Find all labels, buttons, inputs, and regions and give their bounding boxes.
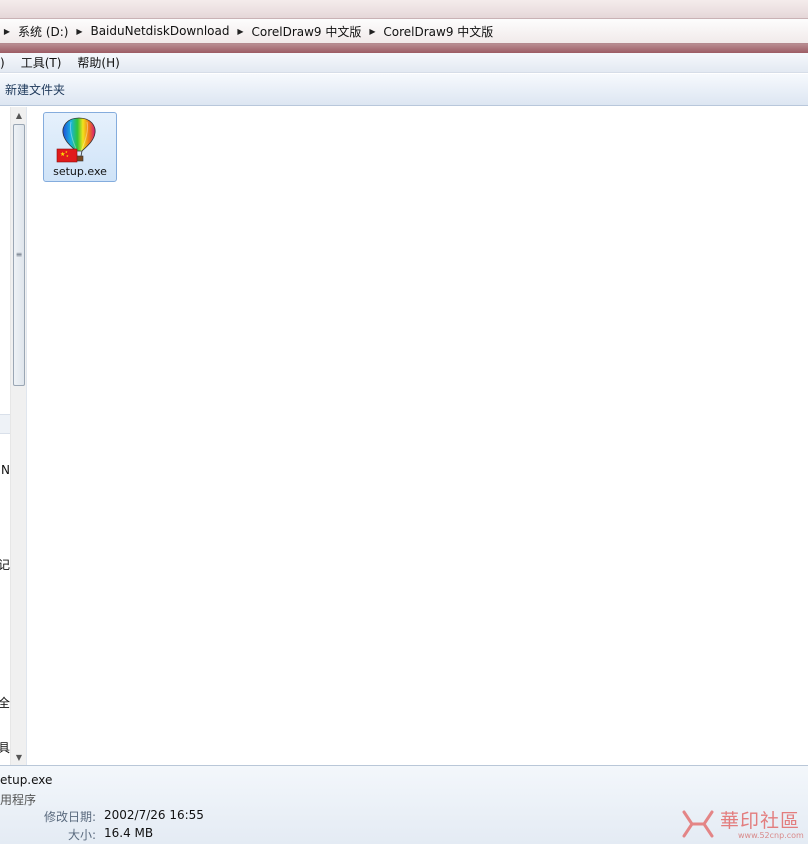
scroll-down-icon[interactable]: ▼ bbox=[11, 749, 27, 765]
details-size-label: 大小: bbox=[67, 828, 96, 842]
breadcrumb-item-coreldraw[interactable]: CorelDraw9 中文版 bbox=[247, 23, 365, 40]
breadcrumb-item-baidu[interactable]: BaiduNetdiskDownload bbox=[86, 24, 233, 38]
new-folder-button[interactable]: 新建文件夹 bbox=[0, 81, 70, 98]
breadcrumb-item-drive[interactable]: 系统 (D:) bbox=[14, 23, 72, 40]
file-item-setup[interactable]: ★ ★ ★ setup.exe bbox=[43, 112, 117, 182]
site-watermark: 華印社區 www.52cnp.com bbox=[676, 804, 808, 844]
details-file-name: etup.exe bbox=[0, 773, 53, 787]
watermark-url: www.52cnp.com bbox=[738, 831, 804, 840]
nav-item-fragment[interactable]: 具 bbox=[0, 739, 10, 756]
svg-text:★: ★ bbox=[66, 154, 69, 158]
scroll-thumb[interactable]: ≡ bbox=[13, 124, 25, 386]
file-list-area[interactable]: ★ ★ ★ setup.exe bbox=[27, 107, 808, 765]
watermark-text: 華印社區 bbox=[720, 810, 801, 832]
address-bar: ▶ 系统 (D:) ▶ BaiduNetdiskDownload ▶ Corel… bbox=[0, 0, 808, 53]
details-modified-value: 2002/7/26 16:55 bbox=[104, 808, 204, 822]
details-file-type: 用程序 bbox=[0, 793, 37, 807]
watermark-logo-icon bbox=[682, 810, 714, 838]
details-size-row: 大小: 16.4 MB bbox=[0, 826, 300, 842]
breadcrumb-chevron-icon[interactable]: ▶ bbox=[233, 22, 247, 40]
command-toolbar: 新建文件夹 bbox=[0, 74, 808, 106]
balloon-installer-icon: ★ ★ ★ bbox=[56, 117, 96, 163]
nav-item-fragment[interactable]: 记 bbox=[0, 556, 10, 573]
nav-scrollbar[interactable]: ▲ ≡ ▼ bbox=[10, 107, 26, 765]
details-size-value: 16.4 MB bbox=[104, 826, 154, 840]
nav-item-fragment[interactable]: N bbox=[0, 463, 10, 477]
menu-item-view-fragment[interactable]: ) bbox=[0, 56, 13, 70]
breadcrumb-item-coreldraw-sub[interactable]: CorelDraw9 中文版 bbox=[379, 23, 497, 40]
menu-item-tools[interactable]: 工具(T) bbox=[13, 54, 70, 71]
breadcrumb-chevron-icon[interactable]: ▶ bbox=[0, 22, 14, 40]
nav-item-fragment[interactable]: 全 bbox=[0, 694, 10, 711]
breadcrumb-chevron-icon[interactable]: ▶ bbox=[365, 22, 379, 40]
details-modified-label: 修改日期: bbox=[43, 810, 96, 824]
breadcrumb: ▶ 系统 (D:) ▶ BaiduNetdiskDownload ▶ Corel… bbox=[0, 22, 497, 40]
grip-icon: ≡ bbox=[15, 250, 23, 259]
menu-item-help[interactable]: 帮助(H) bbox=[69, 54, 127, 71]
file-name-label: setup.exe bbox=[53, 165, 107, 178]
menu-bar: ) 工具(T) 帮助(H) bbox=[0, 53, 808, 73]
nav-section-divider bbox=[0, 414, 10, 434]
navigation-pane: N 记 全 具 ▲ ≡ ▼ bbox=[0, 107, 27, 765]
details-modified-row: 修改日期: 2002/7/26 16:55 bbox=[0, 808, 300, 824]
scroll-up-icon[interactable]: ▲ bbox=[11, 107, 27, 123]
breadcrumb-chevron-icon[interactable]: ▶ bbox=[72, 22, 86, 40]
